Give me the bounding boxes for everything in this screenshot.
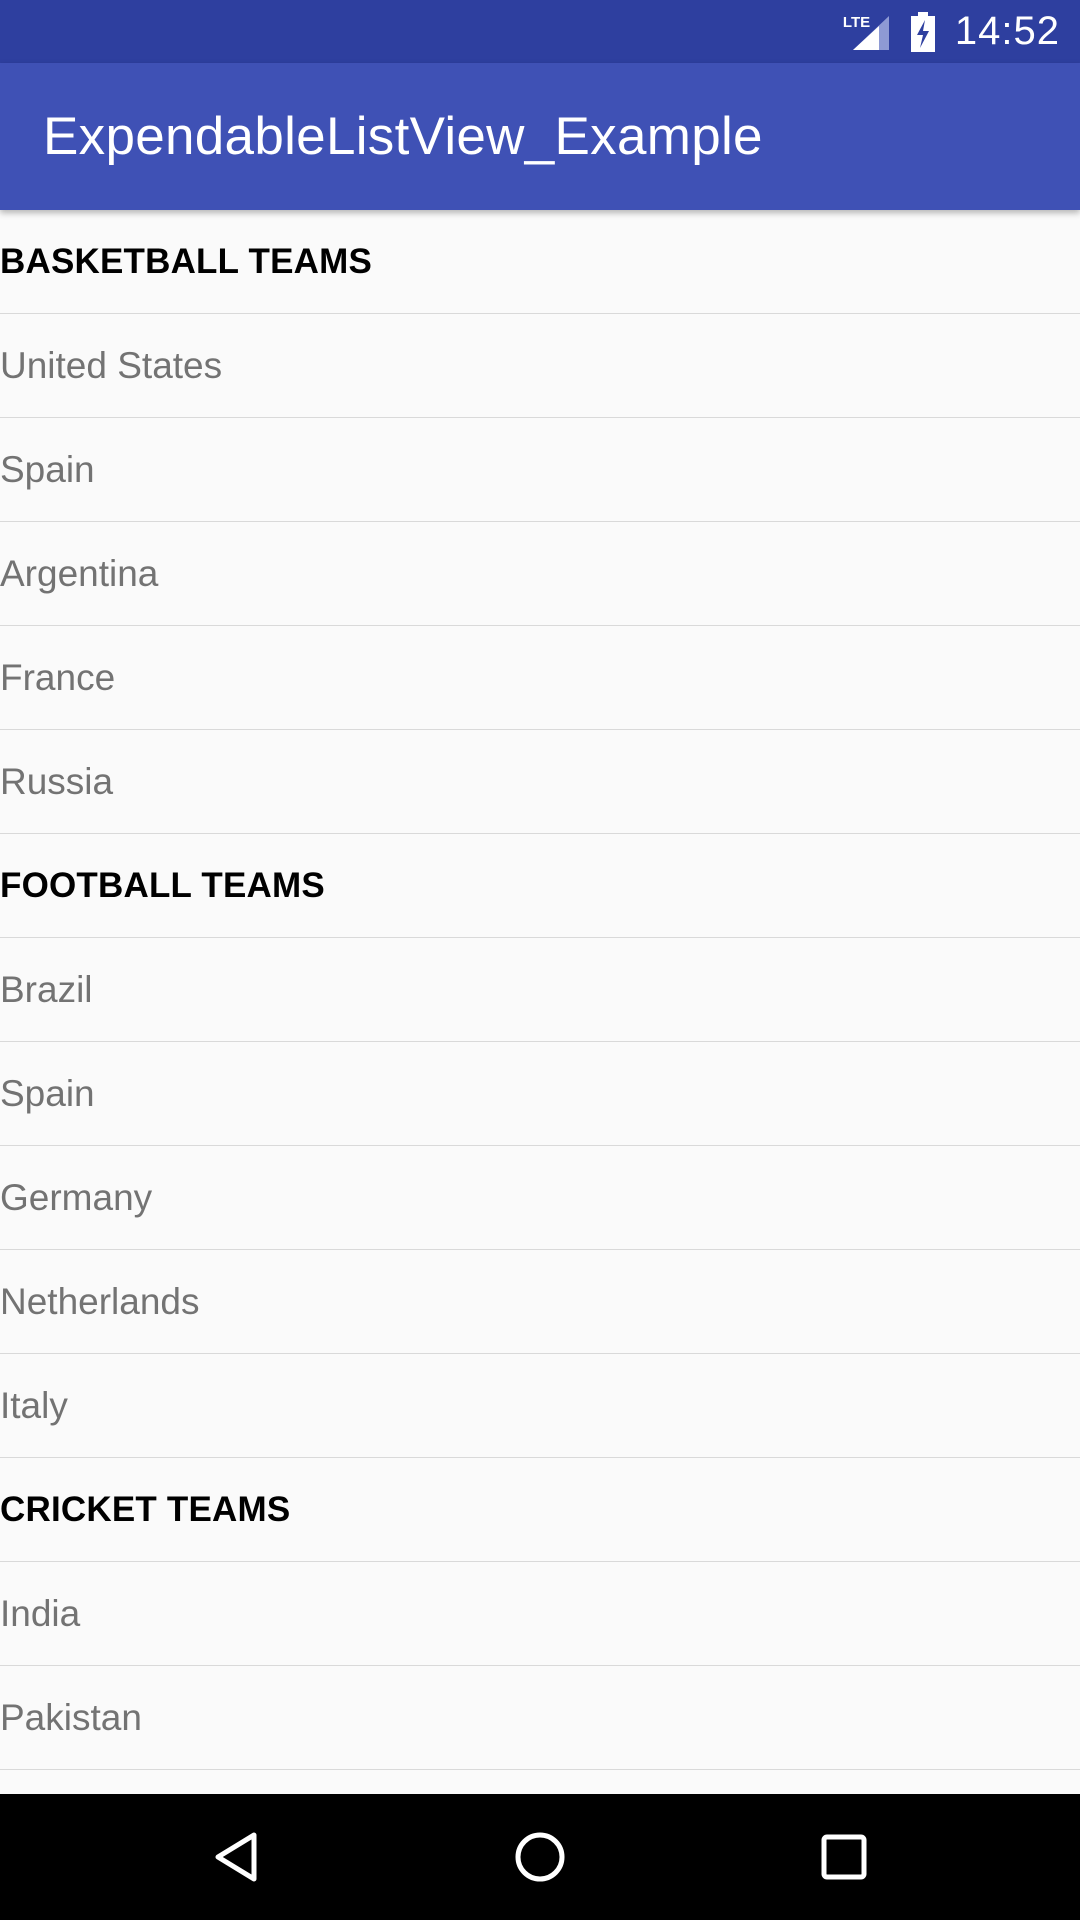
list-item[interactable]: Russia (0, 730, 1080, 834)
network-type-label: LTE (842, 13, 871, 31)
child-label: United States (0, 344, 223, 386)
child-label: Spain (0, 1072, 95, 1114)
list-item[interactable]: France (0, 626, 1080, 730)
list-item[interactable]: Pakistan (0, 1666, 1080, 1770)
list-item[interactable]: Spain (0, 1042, 1080, 1146)
child-label: Spain (0, 448, 95, 490)
group-label: BASKETBALL TEAMS (0, 241, 372, 281)
group-header[interactable]: CRICKET TEAMS (0, 1458, 1080, 1562)
battery-charging-icon (909, 11, 937, 52)
status-bar: LTE 14:52 (0, 0, 1080, 63)
recents-icon[interactable] (774, 1794, 914, 1920)
child-label: Germany (0, 1176, 153, 1218)
group-label: CRICKET TEAMS (0, 1489, 291, 1529)
app-bar: ExpendableListView_Example (0, 63, 1080, 210)
status-time: 14:52 (954, 9, 1060, 53)
list-item[interactable]: Italy (0, 1354, 1080, 1458)
group-header[interactable]: FOOTBALL TEAMS (0, 834, 1080, 938)
home-icon[interactable] (470, 1794, 610, 1920)
child-label: Brazil (0, 968, 93, 1010)
back-icon[interactable] (166, 1794, 306, 1920)
navigation-bar (0, 1794, 1080, 1920)
expandable-list[interactable]: BASKETBALL TEAMS United States Spain Arg… (0, 210, 1080, 1794)
child-label: India (0, 1592, 81, 1634)
list-item[interactable]: Brazil (0, 938, 1080, 1042)
child-label: Russia (0, 760, 114, 802)
list-item[interactable]: United States (0, 314, 1080, 418)
child-label: France (0, 656, 116, 698)
list-item[interactable]: Netherlands (0, 1250, 1080, 1354)
group-label: FOOTBALL TEAMS (0, 865, 325, 905)
child-label: Argentina (0, 552, 159, 594)
list-item[interactable]: India (0, 1562, 1080, 1666)
child-label: Pakistan (0, 1696, 142, 1738)
list-item[interactable]: Argentina (0, 522, 1080, 626)
lte-signal-icon: LTE (843, 12, 891, 52)
list-item[interactable]: Germany (0, 1146, 1080, 1250)
list-item[interactable]: Spain (0, 418, 1080, 522)
group-header[interactable]: BASKETBALL TEAMS (0, 210, 1080, 314)
page-title: ExpendableListView_Example (43, 107, 763, 166)
child-label: Netherlands (0, 1280, 200, 1322)
status-icons: LTE 14:52 (843, 0, 1060, 63)
child-label: Italy (0, 1384, 68, 1426)
